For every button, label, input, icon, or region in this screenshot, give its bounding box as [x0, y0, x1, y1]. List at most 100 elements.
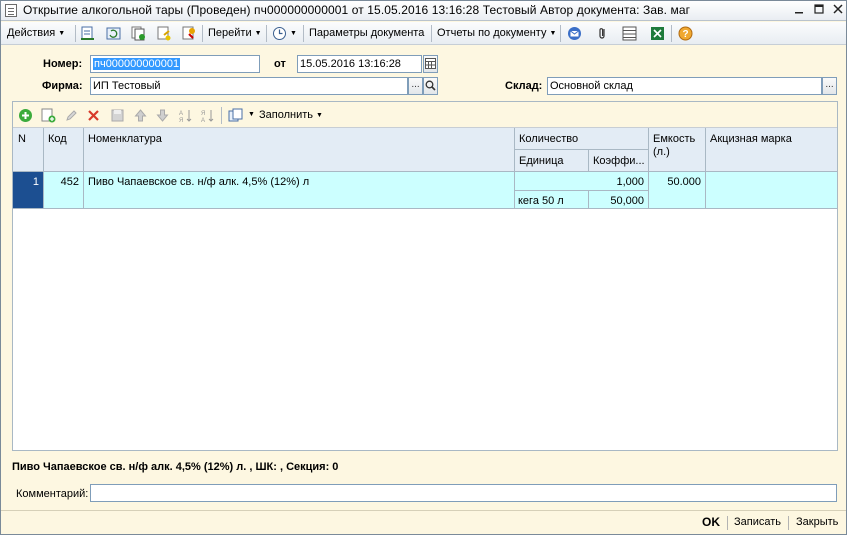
new-document-icon [157, 26, 171, 41]
maximize-button[interactable] [811, 3, 827, 18]
list-icon [622, 26, 637, 41]
history-button[interactable] [271, 25, 288, 42]
post-document-icon [81, 26, 94, 40]
column-divider [648, 128, 649, 172]
table-actions-icon [228, 108, 242, 121]
save-button[interactable]: Записать [734, 516, 781, 528]
post-document-button[interactable] [79, 25, 96, 42]
structure-button[interactable] [180, 25, 197, 42]
column-divider [588, 190, 589, 208]
firm-select-button[interactable]: ... [408, 77, 423, 95]
table-header: N Код Номенклатура Количество Единица Ко… [13, 128, 837, 172]
toolbar-separator [560, 25, 561, 42]
arrow-down-icon [155, 109, 169, 122]
close-button[interactable]: Закрыть [796, 516, 838, 528]
email-icon [568, 27, 581, 40]
firm-open-button[interactable] [423, 77, 438, 95]
delete-row-button[interactable] [85, 107, 101, 123]
header-quantity[interactable]: Количество [519, 133, 578, 145]
warehouse-select-button[interactable]: ... [822, 77, 837, 95]
pencil-icon [65, 109, 77, 121]
calendar-button[interactable] [423, 55, 438, 73]
comment-label: Комментарий: [16, 488, 89, 500]
firm-field[interactable]: ИП Тестовый [90, 77, 408, 95]
header-unit[interactable]: Единица [519, 155, 564, 167]
sort-asc-button[interactable]: AЯ [177, 107, 193, 123]
help-button[interactable]: ? [677, 25, 694, 42]
move-down-button[interactable] [154, 107, 170, 123]
header-capacity[interactable]: Емкость (л.) [653, 133, 703, 159]
column-divider [43, 128, 44, 172]
svg-text:Я: Я [179, 118, 183, 123]
goto-menu[interactable]: Перейти ▼ [208, 25, 262, 42]
number-field[interactable]: пч000000000001 [90, 55, 260, 73]
row-nomenclature: Пиво Чапаевское св. н/ф алк. 4,5% (12%) … [88, 176, 310, 188]
row-coefficient: 50,000 [610, 195, 644, 207]
toolbar-separator [221, 107, 222, 124]
chevron-down-icon[interactable]: ▼ [248, 111, 255, 118]
window-title: Открытие алкогольной тары (Проведен) пч0… [23, 3, 691, 17]
ok-button[interactable]: OK [702, 515, 720, 529]
sort-ascending-icon: AЯ [179, 109, 191, 123]
move-up-button[interactable] [132, 107, 148, 123]
refresh-icon [106, 27, 121, 40]
warehouse-field[interactable]: Основной склад [547, 77, 822, 95]
attach-file-button[interactable] [594, 25, 611, 42]
copy-document-button[interactable] [130, 25, 147, 42]
date-field[interactable]: 15.05.2016 13:16:28 [297, 55, 422, 73]
copy-row-button[interactable] [40, 107, 56, 123]
document-icon [5, 4, 17, 17]
delete-icon [87, 109, 99, 121]
svg-text:Я: Я [201, 111, 205, 117]
end-edit-button[interactable] [109, 107, 125, 123]
refresh-button[interactable] [105, 25, 122, 42]
email-button[interactable] [566, 25, 583, 42]
comment-input[interactable] [90, 484, 837, 502]
add-row-button[interactable] [17, 107, 33, 123]
minimize-button[interactable] [791, 3, 807, 18]
toolbar-separator [303, 25, 304, 42]
column-divider [43, 172, 44, 208]
new-based-on-button[interactable] [155, 25, 172, 42]
table-actions-button[interactable] [227, 107, 243, 123]
firm-label: Фирма: [42, 80, 83, 92]
fill-menu[interactable]: Заполнить ▼ [259, 107, 323, 124]
row-marker[interactable]: 1 [13, 172, 43, 208]
arrow-up-icon [133, 108, 147, 121]
close-window-button[interactable] [830, 3, 846, 18]
export-excel-button[interactable] [649, 25, 666, 42]
svg-text:A: A [201, 118, 205, 123]
table-toolbar: AЯ ЯA ▼ Заполнить ▼ [13, 102, 837, 128]
sort-desc-button[interactable]: ЯA [199, 107, 215, 123]
button-separator [727, 516, 728, 530]
close-icon [833, 4, 843, 14]
actions-menu[interactable]: Действия ▼ [7, 25, 65, 42]
number-value: пч000000000001 [93, 58, 181, 70]
row-number: 1 [32, 176, 39, 188]
column-divider [83, 128, 84, 172]
header-coefficient[interactable]: Коэффи... [593, 155, 645, 167]
title-bar: Открытие алкогольной тары (Проведен) пч0… [1, 1, 846, 21]
header-excise-mark[interactable]: Акцизная марка [710, 133, 792, 145]
copy-row-icon [41, 108, 55, 122]
list-settings-button[interactable] [621, 25, 638, 42]
edit-row-button[interactable] [63, 107, 79, 123]
calendar-icon [425, 58, 436, 69]
add-icon [18, 108, 32, 122]
toolbar-separator [431, 25, 432, 42]
document-reports-menu[interactable]: Отчеты по документу ▼ [437, 25, 556, 42]
help-icon: ? [678, 26, 693, 41]
header-nomenclature[interactable]: Номенклатура [88, 133, 162, 145]
goods-table-panel: AЯ ЯA ▼ Заполнить ▼ N Код Номенклатура Ко… [12, 101, 838, 451]
minimize-icon [795, 12, 803, 14]
column-divider [588, 150, 589, 172]
header-code[interactable]: Код [48, 133, 67, 145]
paperclip-icon [599, 28, 605, 39]
header-n[interactable]: N [18, 133, 26, 145]
toolbar-separator [671, 25, 672, 42]
svg-text:?: ? [682, 29, 688, 40]
column-divider [83, 172, 84, 208]
chevron-down-icon[interactable]: ▼ [290, 25, 297, 42]
document-params-button[interactable]: Параметры документа [309, 25, 424, 42]
table-row[interactable]: 1 452 Пиво Чапаевское св. н/ф алк. 4,5% … [13, 172, 837, 209]
